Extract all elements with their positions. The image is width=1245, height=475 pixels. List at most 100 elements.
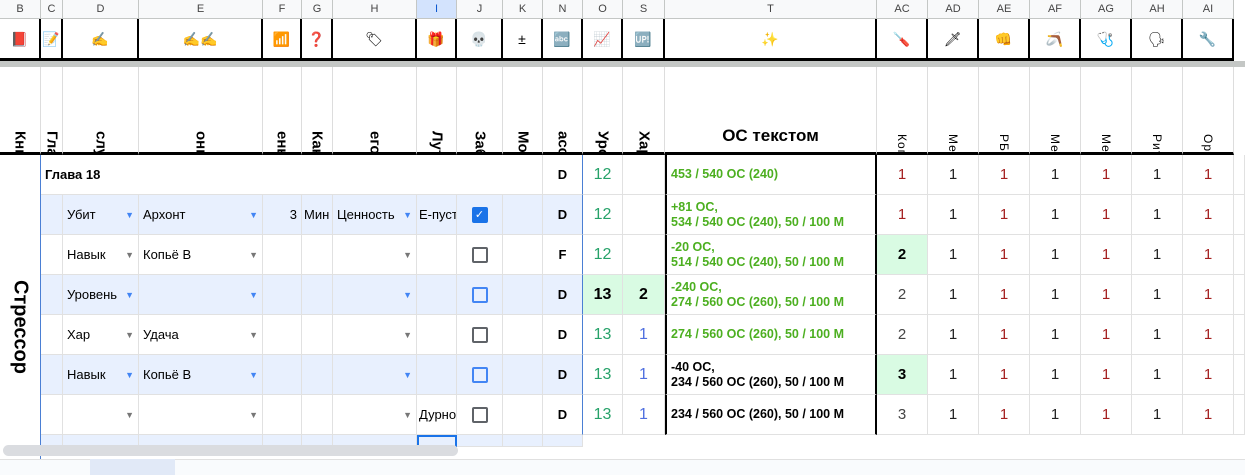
skill-cell-AE[interactable]: 1 — [979, 315, 1030, 355]
skill-cell-AI[interactable]: 1 — [1183, 355, 1234, 395]
dropdown-arrow-icon[interactable]: ▼ — [403, 370, 412, 380]
dropdown-arrow-icon[interactable]: ▼ — [125, 410, 134, 420]
header-cell-C[interactable]: Глава — [41, 67, 63, 155]
column-header-C[interactable]: C — [41, 0, 63, 19]
header-cell-G[interactable]: Как убил — [302, 67, 333, 155]
took-corpse-checkbox-cell[interactable] — [457, 315, 503, 355]
skill-cell-AH[interactable]: 1 — [1132, 315, 1183, 355]
loot-category-dropdown[interactable]: ▼ — [333, 395, 417, 435]
level-cell[interactable]: 13 — [583, 395, 623, 435]
skill-cell-AC[interactable]: 3 — [877, 395, 928, 435]
skill-cell-AE[interactable]: 1 — [979, 395, 1030, 435]
how-killed-cell[interactable]: Мин — [302, 195, 333, 235]
dropdown-arrow-icon[interactable]: ▼ — [125, 330, 134, 340]
skill-cell-AD[interactable]: 1 — [928, 275, 979, 315]
took-corpse-checkbox[interactable] — [471, 286, 488, 303]
skill-cell-AH[interactable]: 1 — [1132, 235, 1183, 275]
how-killed-cell[interactable] — [302, 395, 333, 435]
dropdown-arrow-icon[interactable]: ▼ — [249, 330, 258, 340]
skill-cell-AD[interactable]: 1 — [928, 195, 979, 235]
event-type-dropdown[interactable]: Навык ▼ — [63, 235, 139, 275]
chapter-cell[interactable]: Глава 18 — [41, 155, 543, 195]
skill-cell-AF[interactable]: 1 — [1030, 195, 1081, 235]
weapon-class-cell[interactable]: D — [543, 155, 583, 195]
skill-cell-AI[interactable]: 1 — [1183, 395, 1234, 435]
skill-cell-AH[interactable]: 1 — [1132, 395, 1183, 435]
skill-cell-AF[interactable]: 1 — [1030, 315, 1081, 355]
header-cell-B[interactable]: Книга — [0, 67, 41, 155]
event-detail-dropdown[interactable]: Архонт ▼ — [139, 195, 263, 235]
skill-cell-AG[interactable]: 1 — [1081, 195, 1132, 235]
skill-cell-AI[interactable]: 1 — [1183, 195, 1234, 235]
skill-cell-AG[interactable]: 1 — [1081, 395, 1132, 435]
row-spacer[interactable] — [41, 395, 63, 435]
took-corpse-checkbox-cell[interactable] — [457, 275, 503, 315]
skill-cell-AD[interactable]: 1 — [928, 235, 979, 275]
dropdown-arrow-icon[interactable]: ▼ — [125, 250, 134, 260]
os-text-cell[interactable]: 234 / 560 ОС (260), 50 / 100 М — [665, 395, 877, 435]
killed-level-cell[interactable] — [263, 355, 302, 395]
skill-cell-AI[interactable]: 1 — [1183, 315, 1234, 355]
how-killed-cell[interactable] — [302, 275, 333, 315]
mod-cell[interactable] — [503, 195, 543, 235]
column-header-AI[interactable]: AI — [1183, 0, 1234, 19]
event-type-dropdown[interactable]: Убит ▼ — [63, 195, 139, 235]
skill-cell-AC[interactable]: 2 — [877, 235, 928, 275]
killed-level-cell[interactable]: 3 — [263, 195, 302, 235]
header-cell-K[interactable]: Мод — [503, 67, 543, 155]
weapon-class-cell[interactable]: D — [543, 315, 583, 355]
mod-cell[interactable] — [503, 275, 543, 315]
points-cell[interactable] — [623, 195, 665, 235]
dropdown-arrow-icon[interactable]: ▼ — [249, 250, 258, 260]
event-type-dropdown[interactable]: Уровень ▼ — [63, 275, 139, 315]
skill-cell-AE[interactable]: 1 — [979, 355, 1030, 395]
column-header-F[interactable]: F — [263, 0, 302, 19]
event-detail-dropdown[interactable]: ▼ — [139, 395, 263, 435]
dropdown-arrow-icon[interactable]: ▼ — [249, 210, 258, 220]
loot-category-dropdown[interactable]: ▼ — [333, 275, 417, 315]
column-header-AD[interactable]: AD — [928, 0, 979, 19]
header-cell-E[interactable]: онкретнее... — [139, 67, 263, 155]
mod-cell[interactable] — [503, 315, 543, 355]
event-detail-dropdown[interactable]: ▼ — [139, 275, 263, 315]
skill-cell-AD[interactable]: 1 — [928, 395, 979, 435]
took-corpse-checkbox-cell[interactable]: ✓ — [457, 195, 503, 235]
weapon-class-cell[interactable]: D — [543, 275, 583, 315]
header-cell-AF[interactable]: Метание — [1030, 67, 1081, 155]
frozen-row-divider[interactable] — [0, 61, 1245, 67]
column-header-D[interactable]: D — [63, 0, 139, 19]
points-cell[interactable]: 1 — [623, 355, 665, 395]
weapon-class-cell[interactable]: D — [543, 355, 583, 395]
event-type-dropdown[interactable]: Хар ▼ — [63, 315, 139, 355]
horizontal-scrollbar[interactable] — [3, 445, 458, 456]
skill-cell-AI[interactable]: 1 — [1183, 275, 1234, 315]
skill-cell-AG[interactable]: 1 — [1081, 235, 1132, 275]
dropdown-arrow-icon[interactable]: ▼ — [403, 290, 412, 300]
skill-cell-AH[interactable]: 1 — [1132, 195, 1183, 235]
column-header-AE[interactable]: AE — [979, 0, 1030, 19]
event-detail-dropdown[interactable]: Копьё В ▼ — [139, 235, 263, 275]
took-corpse-checkbox[interactable] — [471, 246, 488, 263]
level-cell[interactable]: 13 — [583, 275, 623, 315]
dropdown-arrow-icon[interactable]: ▼ — [403, 250, 412, 260]
skill-cell-AF[interactable]: 1 — [1030, 355, 1081, 395]
took-corpse-checkbox-cell[interactable] — [457, 395, 503, 435]
skill-cell-AH[interactable]: 1 — [1132, 275, 1183, 315]
level-cell[interactable]: 12 — [583, 235, 623, 275]
skill-cell-AD[interactable]: 1 — [928, 315, 979, 355]
took-corpse-checkbox[interactable] — [471, 326, 488, 343]
loot-cell[interactable] — [417, 235, 457, 275]
skill-cell-AC[interactable]: 1 — [877, 195, 928, 235]
skill-cell-AF[interactable]: 1 — [1030, 395, 1081, 435]
skill-cell-AC[interactable]: 2 — [877, 315, 928, 355]
column-header-G[interactable]: G — [302, 0, 333, 19]
dropdown-arrow-icon[interactable]: ▼ — [403, 410, 412, 420]
mod-cell[interactable] — [503, 395, 543, 435]
how-killed-cell[interactable] — [302, 315, 333, 355]
points-cell[interactable] — [623, 235, 665, 275]
loot-cell[interactable] — [417, 355, 457, 395]
dropdown-arrow-icon[interactable]: ▼ — [403, 330, 412, 340]
loot-category-dropdown[interactable]: ▼ — [333, 315, 417, 355]
dropdown-arrow-icon[interactable]: ▼ — [249, 410, 258, 420]
skill-cell-AG[interactable]: 1 — [1081, 355, 1132, 395]
